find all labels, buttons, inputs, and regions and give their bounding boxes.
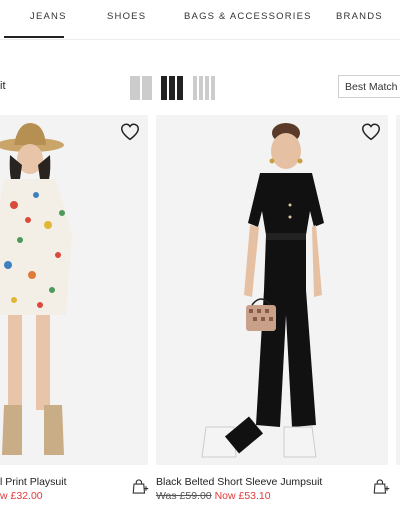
heart-icon[interactable]: [360, 121, 382, 143]
view-bar: [177, 76, 183, 100]
price-now: £32.00: [10, 490, 43, 502]
view-bar: [142, 76, 152, 100]
product-image[interactable]: [0, 115, 148, 465]
add-to-bag-icon[interactable]: [131, 478, 149, 496]
jumpsuit-model-image: [201, 123, 324, 458]
product-price: Was £59.00 Now £53.10: [156, 490, 271, 502]
nav-item-jeans[interactable]: JEANS: [30, 11, 67, 22]
active-nav-underline: [4, 36, 64, 38]
playsuit-model-image: [0, 123, 72, 455]
price-prefix: w: [0, 490, 8, 502]
4-column-view-icon[interactable]: [193, 76, 215, 100]
3-column-view-icon[interactable]: [161, 76, 183, 100]
view-bar: [169, 76, 175, 100]
nav-divider: [0, 39, 400, 40]
sort-dropdown[interactable]: Best Match: [338, 75, 400, 98]
product-name[interactable]: Black Belted Short Sleeve Jumpsuit: [156, 476, 322, 488]
add-to-bag-icon[interactable]: [372, 478, 390, 496]
product-name[interactable]: l Print Playsuit: [0, 476, 67, 488]
category-nav: JEANS SHOES BAGS & ACCESSORIES BRANDS: [0, 0, 400, 40]
product-price: w £32.00: [0, 490, 43, 502]
nav-item-shoes[interactable]: SHOES: [107, 11, 146, 22]
view-bar: [161, 76, 167, 100]
view-bar: [205, 76, 209, 100]
product-image-partial[interactable]: [396, 115, 400, 465]
heart-icon[interactable]: [119, 121, 141, 143]
nav-item-bags-accessories[interactable]: BAGS & ACCESSORIES: [184, 11, 312, 22]
2-column-view-icon[interactable]: [130, 76, 152, 100]
filter-label[interactable]: it: [0, 80, 6, 92]
view-bar: [211, 76, 215, 100]
view-bar: [130, 76, 140, 100]
product-image[interactable]: [156, 115, 388, 465]
price-now: Now £53.10: [214, 490, 271, 502]
view-bar: [193, 76, 197, 100]
view-bar: [199, 76, 203, 100]
nav-item-brands[interactable]: BRANDS: [336, 11, 383, 22]
price-was: Was £59.00: [156, 490, 212, 502]
